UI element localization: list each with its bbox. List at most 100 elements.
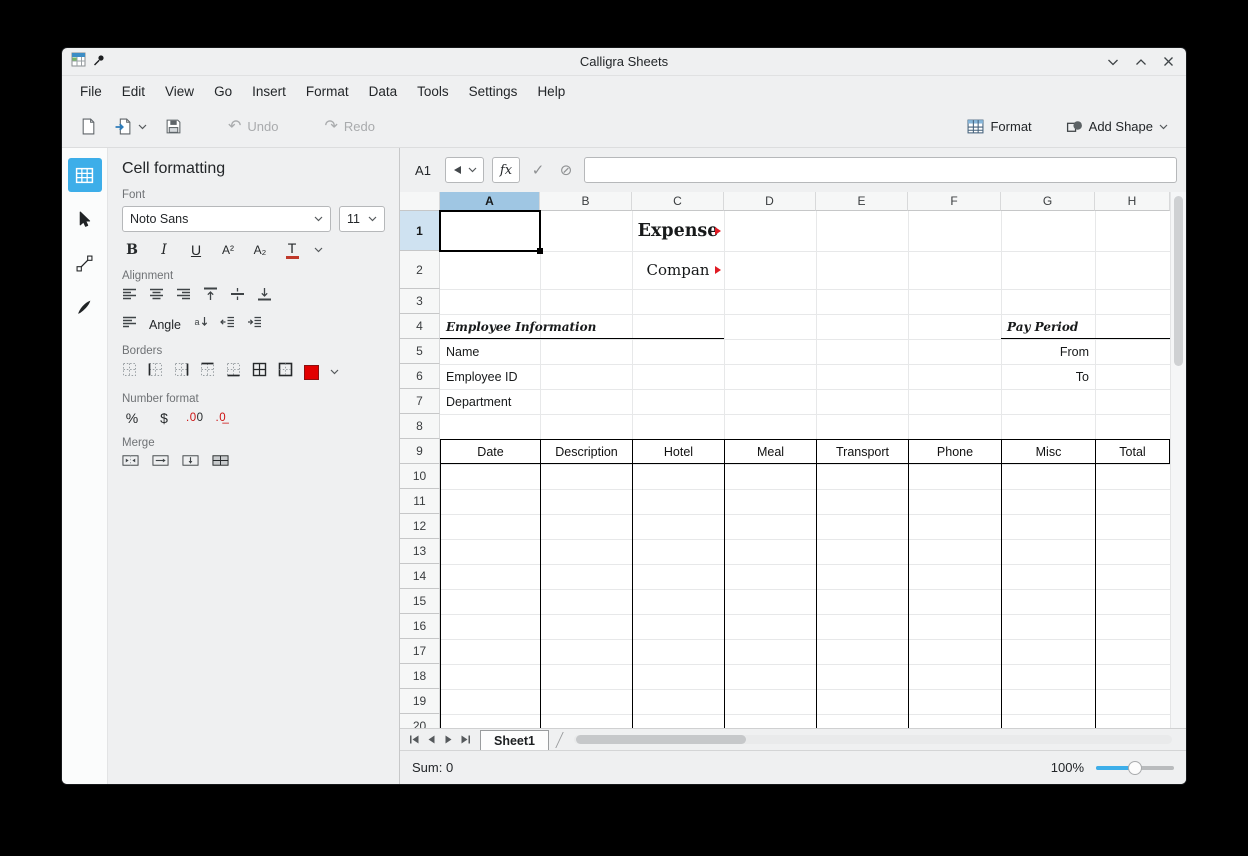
cell-G4[interactable]: Pay Period — [1001, 314, 1095, 339]
row-header-5[interactable]: 5 — [400, 339, 440, 364]
grid-canvas[interactable]: ABCDEFGH1234567891011121314151617181920E… — [400, 192, 1170, 728]
column-header-H[interactable]: H — [1095, 192, 1170, 211]
row-header-4[interactable]: 4 — [400, 314, 440, 339]
cell-A7[interactable]: Department — [440, 389, 540, 414]
italic-button[interactable]: I — [154, 242, 174, 258]
row-header-11[interactable]: 11 — [400, 489, 440, 514]
add-shape-button[interactable]: Add Shape — [1060, 113, 1174, 141]
column-header-D[interactable]: D — [724, 192, 816, 211]
menu-go[interactable]: Go — [204, 80, 242, 103]
redo-button[interactable]: ↷ Redo — [318, 113, 380, 141]
row-header-2[interactable]: 2 — [400, 251, 440, 289]
calligraphy-tool-button[interactable] — [68, 290, 102, 324]
column-header-G[interactable]: G — [1001, 192, 1095, 211]
cell-A6[interactable]: Employee ID — [440, 364, 540, 389]
table-header-total[interactable]: Total — [1095, 439, 1170, 464]
menu-insert[interactable]: Insert — [242, 80, 296, 103]
cancel-icon[interactable]: ⊘ — [556, 161, 576, 179]
subscript-button[interactable]: A₂ — [250, 243, 270, 257]
menu-edit[interactable]: Edit — [112, 80, 155, 103]
table-header-hotel[interactable]: Hotel — [632, 439, 724, 464]
vertical-text-button[interactable]: a — [193, 315, 208, 334]
next-sheet-button[interactable] — [440, 731, 457, 749]
apply-icon[interactable]: ✓ — [528, 161, 548, 179]
row-header-7[interactable]: 7 — [400, 389, 440, 414]
border-outline-button[interactable] — [278, 362, 293, 382]
row-header-8[interactable]: 8 — [400, 414, 440, 439]
menu-settings[interactable]: Settings — [459, 80, 528, 103]
open-document-button[interactable] — [109, 113, 153, 141]
pin-icon[interactable] — [93, 53, 105, 71]
row-header-10[interactable]: 10 — [400, 464, 440, 489]
format-button[interactable]: Format — [961, 113, 1037, 141]
cell-G5[interactable]: From — [1001, 339, 1095, 364]
row-header-18[interactable]: 18 — [400, 664, 440, 689]
align-bottom-button[interactable] — [257, 287, 272, 306]
zoom-slider[interactable] — [1096, 766, 1174, 770]
row-header-20[interactable]: 20 — [400, 714, 440, 728]
cell-A5[interactable]: Name — [440, 339, 540, 364]
cell-selection[interactable] — [439, 210, 541, 252]
row-header-16[interactable]: 16 — [400, 614, 440, 639]
formula-input[interactable] — [584, 157, 1177, 183]
border-bottom-button[interactable] — [226, 362, 241, 382]
previous-sheet-button[interactable] — [423, 731, 440, 749]
money-format-button[interactable]: $ — [154, 410, 174, 426]
align-center-button[interactable] — [149, 287, 164, 306]
underline-button[interactable]: U — [186, 242, 206, 258]
last-sheet-button[interactable] — [457, 731, 474, 749]
cell-name-select[interactable] — [445, 157, 484, 183]
cell-tool-button[interactable] — [68, 158, 102, 192]
column-header-C[interactable]: C — [632, 192, 724, 211]
table-header-description[interactable]: Description — [540, 439, 632, 464]
row-header-17[interactable]: 17 — [400, 639, 440, 664]
superscript-button[interactable]: A² — [218, 243, 238, 257]
table-header-transport[interactable]: Transport — [816, 439, 908, 464]
text-color-button[interactable]: T — [282, 241, 302, 259]
align-middle-button[interactable] — [230, 287, 245, 306]
sheet-tab-sheet1[interactable]: Sheet1 — [480, 730, 549, 750]
merge-horizontal-button[interactable] — [152, 454, 169, 472]
row-header-14[interactable]: 14 — [400, 564, 440, 589]
selection-handle[interactable] — [537, 248, 543, 254]
row-header-1[interactable]: 1 — [400, 211, 440, 251]
merge-vertical-button[interactable] — [182, 454, 199, 472]
align-left-button[interactable] — [122, 287, 137, 306]
cell-C1[interactable]: Expense — [632, 211, 724, 251]
vertical-scrollbar-thumb[interactable] — [1174, 196, 1183, 366]
column-header-B[interactable]: B — [540, 192, 632, 211]
selection-tool-button[interactable] — [68, 202, 102, 236]
table-header-misc[interactable]: Misc — [1001, 439, 1095, 464]
row-header-15[interactable]: 15 — [400, 589, 440, 614]
column-header-A[interactable]: A — [440, 192, 540, 211]
cell-reference[interactable]: A1 — [409, 163, 437, 178]
row-header-3[interactable]: 3 — [400, 289, 440, 314]
save-button[interactable] — [159, 113, 188, 141]
minimize-button[interactable] — [1107, 58, 1119, 66]
vertical-scrollbar[interactable] — [1170, 192, 1186, 728]
precision-decrease-button[interactable]: .0̲ — [216, 412, 227, 424]
row-header-12[interactable]: 12 — [400, 514, 440, 539]
maximize-button[interactable] — [1135, 58, 1147, 66]
border-none-button[interactable] — [122, 362, 137, 382]
first-sheet-button[interactable] — [406, 731, 423, 749]
text-direction-button[interactable] — [122, 315, 137, 334]
menu-data[interactable]: Data — [359, 80, 408, 103]
border-right-button[interactable] — [174, 362, 189, 382]
font-family-select[interactable]: Noto Sans — [122, 206, 331, 232]
table-header-date[interactable]: Date — [440, 439, 540, 464]
zoom-slider-thumb[interactable] — [1128, 761, 1142, 775]
menu-format[interactable]: Format — [296, 80, 359, 103]
align-right-button[interactable] — [176, 287, 191, 306]
new-document-button[interactable] — [74, 113, 103, 141]
indent-more-button[interactable] — [247, 315, 262, 334]
precision-increase-button[interactable]: .00 — [186, 412, 204, 424]
row-header-9[interactable]: 9 — [400, 439, 440, 464]
border-top-button[interactable] — [200, 362, 215, 382]
close-button[interactable] — [1163, 56, 1174, 67]
formula-function-button[interactable]: fx — [492, 157, 520, 183]
font-size-select[interactable]: 11 — [339, 206, 385, 232]
border-all-button[interactable] — [252, 362, 267, 382]
angle-button[interactable]: Angle — [149, 318, 181, 332]
row-header-13[interactable]: 13 — [400, 539, 440, 564]
